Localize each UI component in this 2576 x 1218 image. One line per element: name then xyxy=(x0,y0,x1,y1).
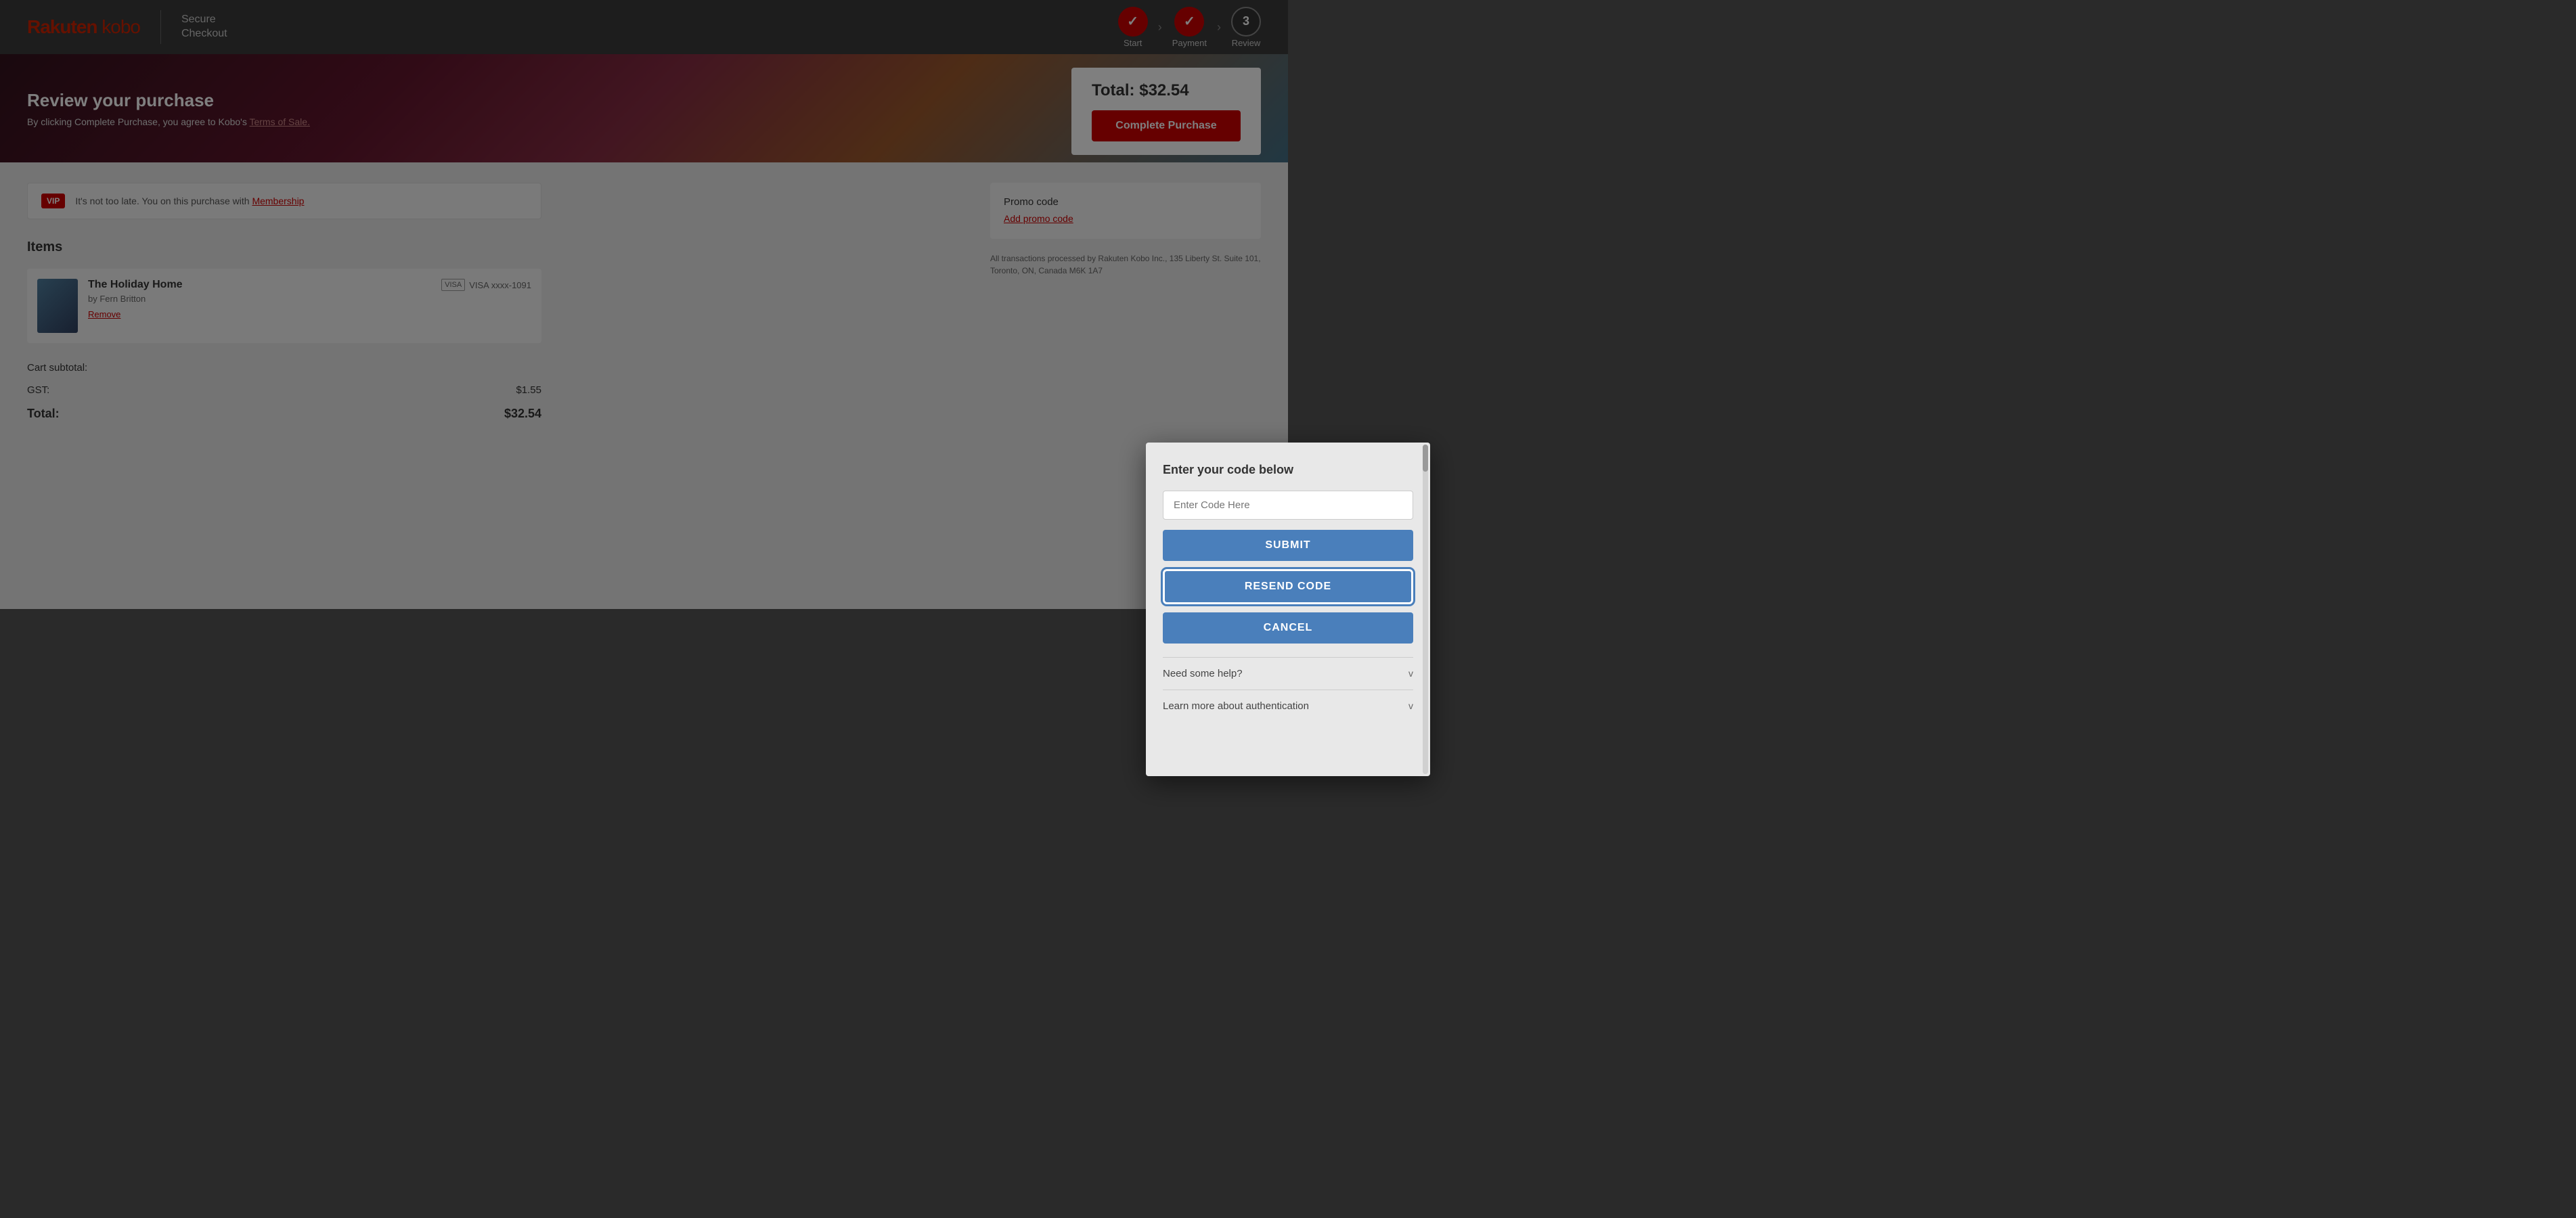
cancel-button[interactable]: CANCEL xyxy=(1163,612,1413,644)
help-accordion-header[interactable]: Need some help? v xyxy=(1163,668,1413,679)
auth-modal: Enter your code below SUBMIT RESEND CODE… xyxy=(1146,443,1430,776)
modal-title: Enter your code below xyxy=(1163,463,1413,477)
submit-button[interactable]: SUBMIT xyxy=(1163,530,1413,561)
help-chevron-icon: v xyxy=(1408,668,1413,679)
modal-spacer xyxy=(1163,722,1413,763)
modal-scrollbar-thumb xyxy=(1423,445,1428,472)
code-input[interactable] xyxy=(1163,491,1413,520)
resend-code-button[interactable]: RESEND CODE xyxy=(1163,569,1413,604)
help-accordion[interactable]: Need some help? v xyxy=(1163,657,1413,690)
auth-accordion-label: Learn more about authentication xyxy=(1163,700,1309,712)
modal-content: Enter your code below SUBMIT RESEND CODE… xyxy=(1146,443,1430,776)
modal-overlay[interactable]: Enter your code below SUBMIT RESEND CODE… xyxy=(0,0,2576,1218)
auth-accordion-header[interactable]: Learn more about authentication v xyxy=(1163,700,1413,712)
modal-scrollbar[interactable] xyxy=(1423,445,1428,774)
help-accordion-label: Need some help? xyxy=(1163,668,1243,679)
auth-chevron-icon: v xyxy=(1408,700,1413,711)
auth-info-accordion[interactable]: Learn more about authentication v xyxy=(1163,690,1413,722)
